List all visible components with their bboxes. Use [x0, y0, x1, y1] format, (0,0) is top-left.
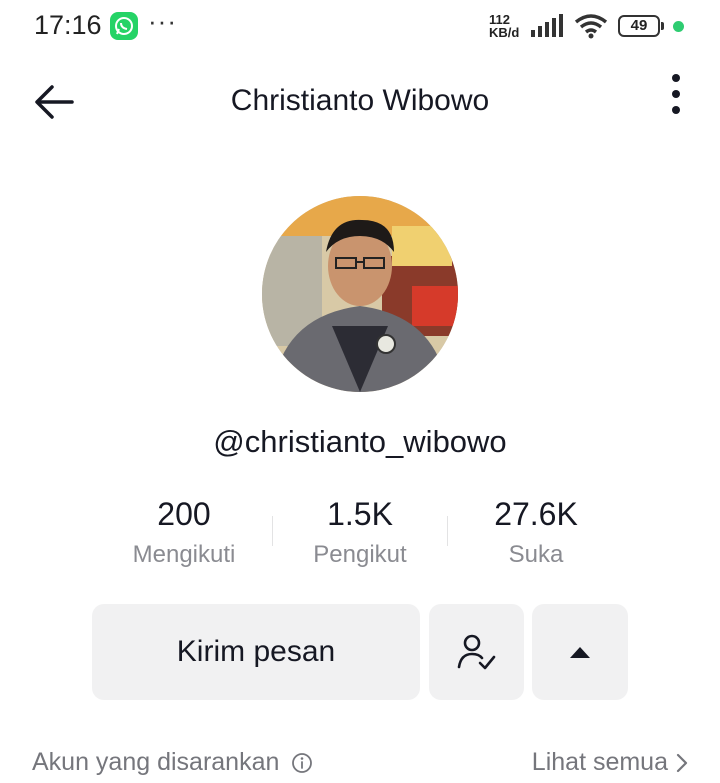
stat-label: Mengikuti	[132, 541, 236, 568]
stat-value: 27.6K	[494, 496, 578, 532]
net-speed-unit: KB/d	[489, 25, 520, 40]
avatar-photo	[262, 196, 458, 392]
more-notifications-icon: ···	[148, 6, 177, 36]
stat-value: 1.5K	[327, 496, 393, 532]
more-options-button[interactable]	[660, 72, 694, 116]
vertical-dots-icon	[672, 74, 680, 82]
vertical-dots-icon-dot	[672, 90, 680, 98]
stat-following[interactable]: 200 Mengikuti	[94, 495, 274, 569]
stat-followers[interactable]: 1.5K Pengikut	[270, 495, 450, 569]
signal-icon	[531, 14, 563, 37]
page-title: Christianto Wibowo	[230, 84, 490, 117]
avatar[interactable]	[262, 196, 458, 392]
network-speed: 112 KB/d	[489, 13, 519, 39]
following-button[interactable]	[429, 604, 524, 700]
wifi-icon	[574, 14, 608, 39]
status-bar: 17:16 ··· 112 KB/d 49	[0, 0, 720, 54]
privacy-indicator-dot	[673, 21, 684, 32]
status-time: 17:16	[34, 10, 102, 40]
stat-label: Suka	[508, 541, 564, 568]
send-message-button[interactable]: Kirim pesan	[92, 604, 420, 700]
info-icon[interactable]	[291, 752, 313, 774]
user-check-icon	[457, 634, 495, 670]
stat-likes[interactable]: 27.6K Suka	[446, 495, 626, 569]
suggested-accounts-label: Akun yang disarankan	[32, 748, 280, 776]
stat-label: Pengikut	[313, 541, 407, 568]
username: @christianto_wibowo	[213, 424, 507, 459]
suggested-accounts-toggle-button[interactable]	[532, 604, 628, 700]
triangle-up-icon	[570, 647, 590, 658]
battery-icon: 49	[618, 15, 664, 37]
vertical-dots-icon-dot	[672, 106, 680, 114]
chevron-right-icon	[676, 753, 688, 772]
suggested-accounts-header: Akun yang disarankan	[32, 748, 313, 777]
see-all-label: Lihat semua	[531, 748, 668, 776]
whatsapp-icon	[110, 12, 138, 40]
stat-value: 200	[157, 496, 211, 532]
see-all-link[interactable]: Lihat semua	[532, 748, 688, 777]
